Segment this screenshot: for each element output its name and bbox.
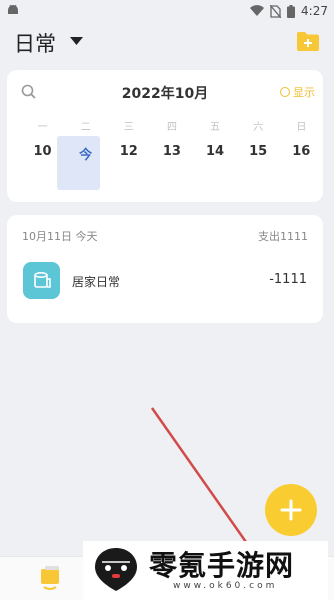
calendar-day[interactable]: 12 [107,144,150,163]
watermark-text: 零氪手游网 [149,549,295,582]
record-total: 支出1111 [258,230,308,243]
add-record-button[interactable] [265,484,317,536]
record-amount: -1111 [269,272,307,287]
circle-icon [280,87,290,97]
record-row[interactable]: 居家日常 -1111 [7,260,323,300]
toilet-paper-icon [23,262,60,299]
weekday-label: 三 [123,122,134,133]
calendar-display-toggle[interactable]: 显示 [280,84,315,100]
status-time: 4:27 [301,4,328,18]
calendar-day[interactable]: 15 [237,144,280,163]
calendar-day[interactable]: 13 [150,144,193,163]
calendar-day[interactable]: 16 [280,144,323,163]
weekday-label: 四 [166,122,177,133]
battery-icon [287,4,296,18]
calendar-day[interactable]: 10 [21,144,64,163]
weekday-label: 二 [80,122,91,133]
wifi-icon [250,5,265,17]
record-card: 10月11日 今天 支出1111 居家日常 -1111 [7,215,323,323]
book-title[interactable]: 日常 [14,28,56,58]
gamepad-logo-icon [95,548,137,591]
weekday-label: 六 [253,122,264,133]
ledger-tab-icon[interactable] [37,565,63,591]
android-icon [8,4,18,14]
weekday-header: 一 二 三 四 五 六 日 [21,118,323,133]
weekday-label: 一 [37,122,48,133]
calendar-display-label: 显示 [293,86,315,99]
category-name: 居家日常 [72,275,121,289]
calendar-day[interactable]: 14 [194,144,237,163]
caret-down-icon[interactable] [70,37,83,45]
week-days-row: 10 今 12 13 14 15 16 [21,144,323,163]
no-sim-icon [270,4,282,18]
watermark: 零氪手游网 www.ok60.com [83,541,328,600]
calendar-month-label[interactable]: 2022年10月 [7,83,323,103]
calendar-day-today[interactable]: 今 [64,144,107,163]
header: 日常 [0,24,334,60]
watermark-url: www.ok60.com [173,581,278,591]
weekday-label: 日 [296,122,307,133]
weekday-label: 五 [210,122,221,133]
record-date: 10月11日 今天 [22,230,98,243]
folder-add-icon[interactable] [296,30,320,52]
calendar-card: 2022年10月 显示 一 二 三 四 五 六 日 10 今 12 13 14 … [7,70,323,202]
status-bar: 4:27 [0,0,334,22]
plus-icon [280,499,302,521]
